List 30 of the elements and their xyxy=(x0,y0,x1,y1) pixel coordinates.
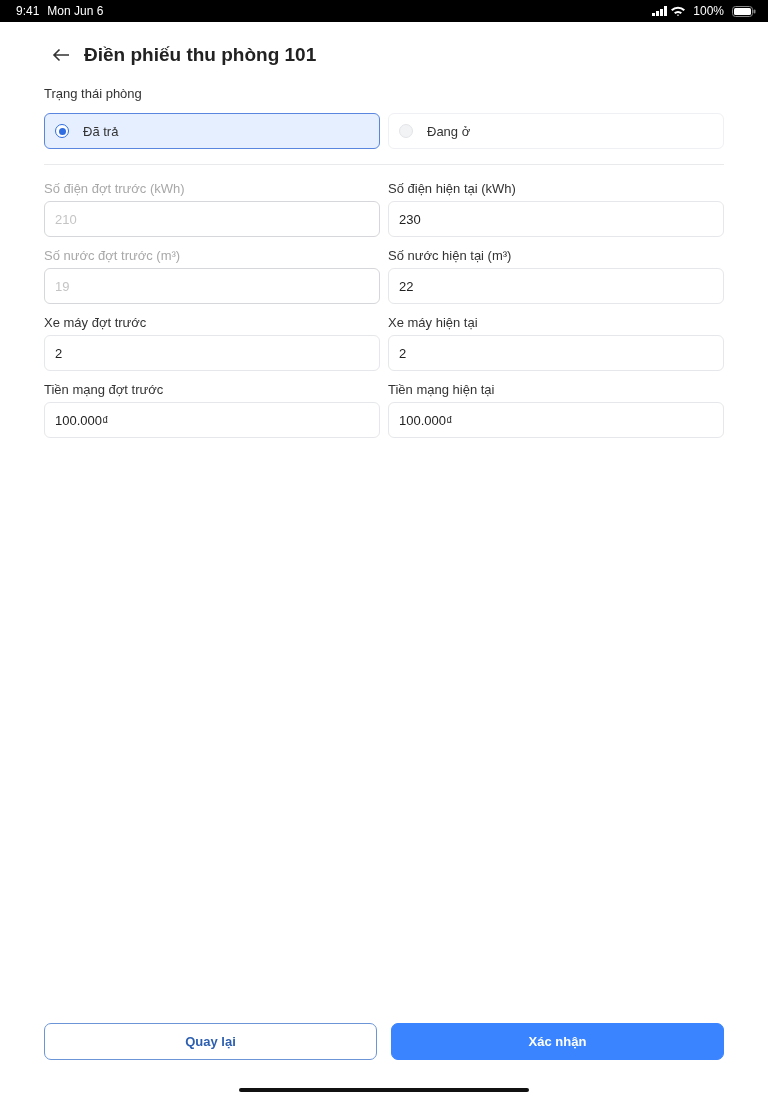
input-field[interactable]: 100.000₫ xyxy=(388,402,724,438)
back-button[interactable] xyxy=(52,48,70,62)
signal-icon xyxy=(652,6,668,16)
wifi-icon xyxy=(671,6,686,16)
field-label: Xe máy hiện tại xyxy=(388,315,479,330)
field-label: Tiền mạng hiện tại xyxy=(388,382,496,397)
input-field[interactable]: 22 xyxy=(388,268,724,304)
field-label: Số nước đợt trước (m³) xyxy=(44,248,182,263)
back-button[interactable]: Quay lại xyxy=(44,1023,377,1060)
input-field[interactable]: 2 xyxy=(388,335,724,371)
back-arrow-icon xyxy=(52,48,70,62)
page-title: Điền phiếu thu phòng 101 xyxy=(84,44,317,66)
radio-option[interactable]: Đã trả xyxy=(44,113,380,149)
battery-icon xyxy=(732,5,756,17)
confirm-button[interactable]: Xác nhận xyxy=(391,1023,724,1060)
radio-unselected-icon xyxy=(399,124,413,138)
input-field[interactable]: 2 xyxy=(44,335,380,371)
field-label: Số điện hiện tại (kWh) xyxy=(388,181,517,196)
section-label: Trạng thái phòng xyxy=(44,86,143,101)
field-label: Xe máy đợt trước xyxy=(44,315,148,330)
status-date: Mon Jun 6 xyxy=(47,4,104,18)
input-field[interactable]: 100.000₫ xyxy=(44,402,380,438)
radio-selected-icon xyxy=(55,124,69,138)
field-label: Số nước hiện tại (m³) xyxy=(388,248,513,263)
radio-option[interactable]: Đang ở xyxy=(388,113,724,149)
status-time: 9:41 xyxy=(16,4,40,18)
field-label: Số điện đợt trước (kWh) xyxy=(44,181,186,196)
battery-percent: 100% xyxy=(693,4,724,18)
field-label: Tiền mạng đợt trước xyxy=(44,382,165,397)
input-field[interactable]: 230 xyxy=(388,201,724,237)
